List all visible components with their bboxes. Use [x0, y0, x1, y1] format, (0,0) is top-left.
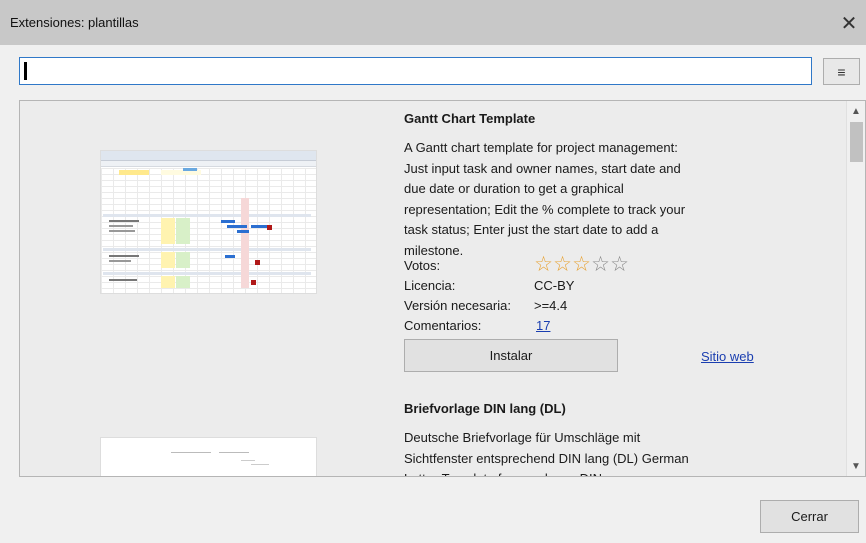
license-row: Licencia: CC-BY: [404, 275, 629, 295]
version-label: Versión necesaria:: [404, 297, 511, 313]
votes-row: Votos: ☆ ☆ ☆ ☆ ☆: [404, 253, 629, 276]
license-label: Licencia:: [404, 277, 456, 293]
extension-info: Gantt Chart Template A Gantt chart templ…: [404, 111, 704, 333]
gantt-preview: [103, 168, 311, 288]
extension-item[interactable]: Gantt Chart Template A Gantt chart templ…: [20, 101, 846, 391]
website-link[interactable]: Sitio web: [701, 349, 754, 364]
extension-meta: Votos: ☆ ☆ ☆ ☆ ☆ Licencia: CC-BY Versión nec…: [404, 253, 629, 335]
rating-stars: ☆ ☆ ☆ ☆ ☆: [534, 253, 629, 276]
license-value: CC-BY: [534, 277, 575, 293]
close-button[interactable]: Cerrar: [760, 500, 859, 533]
thumbnail-formula-bar: [101, 161, 316, 167]
version-value: >=4.4: [534, 297, 568, 313]
extension-name: Briefvorlage DIN lang (DL): [404, 401, 566, 416]
comments-label: Comentarios:: [404, 317, 482, 333]
star-filled-icon: ☆: [572, 253, 591, 276]
scroll-down-icon[interactable]: ▼: [847, 458, 865, 474]
extension-description: Deutsche Briefvorlage für Umschläge mit …: [404, 430, 689, 476]
title-bar: Extensiones: plantillas ✕: [0, 0, 866, 45]
text-caret: [24, 62, 27, 80]
scroll-up-icon[interactable]: ▲: [847, 103, 865, 119]
star-filled-icon: ☆: [553, 253, 572, 276]
version-row: Versión necesaria: >=4.4: [404, 295, 629, 315]
install-button[interactable]: Instalar: [404, 339, 618, 372]
extension-thumbnail: [100, 437, 317, 476]
extension-description: A Gantt chart template for project manag…: [404, 140, 686, 258]
extension-name: Gantt Chart Template: [404, 111, 536, 126]
votes-label: Votos:: [404, 257, 441, 273]
close-icon[interactable]: ✕: [832, 6, 866, 40]
star-empty-icon: ☆: [610, 253, 629, 276]
vertical-scrollbar[interactable]: ▲ ▼: [846, 101, 865, 476]
search-input[interactable]: [19, 57, 812, 85]
extension-thumbnail: [100, 150, 317, 294]
star-empty-icon: ☆: [591, 253, 610, 276]
options-menu-button[interactable]: ≡: [823, 58, 860, 85]
thumbnail-toolbar: [101, 151, 316, 161]
scrollbar-thumb[interactable]: [850, 122, 863, 162]
window-title: Extensiones: plantillas: [10, 15, 139, 30]
extension-info: Briefvorlage DIN lang (DL) Deutsche Brie…: [404, 401, 704, 476]
comments-link[interactable]: 17: [534, 318, 550, 333]
comments-row: Comentarios: 17: [404, 315, 629, 335]
letter-preview: [171, 452, 269, 465]
extension-item[interactable]: Briefvorlage DIN lang (DL) Deutsche Brie…: [20, 391, 846, 476]
extensions-list[interactable]: Gantt Chart Template A Gantt chart templ…: [19, 100, 866, 477]
star-filled-icon: ☆: [534, 253, 553, 276]
thumbnail-grid: [101, 168, 316, 293]
